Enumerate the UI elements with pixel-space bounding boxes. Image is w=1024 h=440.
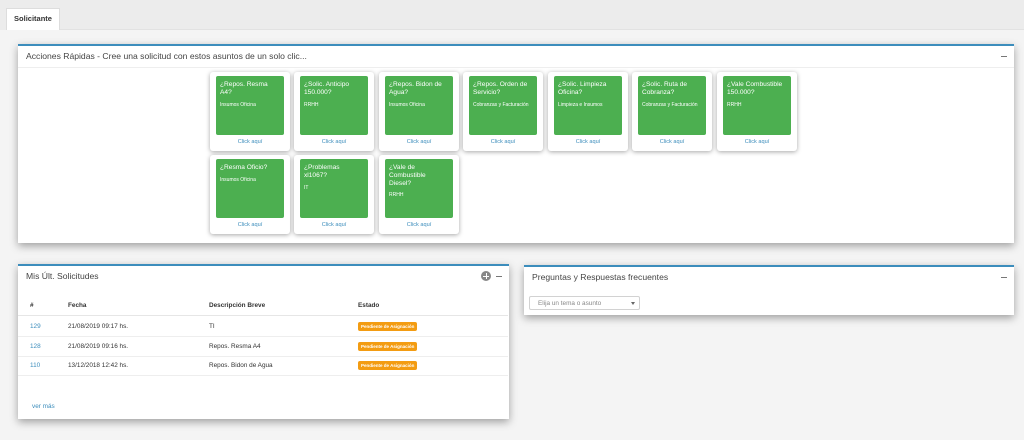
card-link[interactable]: Click aquí xyxy=(632,139,712,145)
caret-down-icon xyxy=(631,302,635,305)
collapse-icon[interactable] xyxy=(999,51,1009,61)
requests-panel: Mis Últ. Solicitudes # Fecha Descripción… xyxy=(18,264,509,419)
card-category: Limpieza e Insumos xyxy=(558,101,603,108)
status-badge: Pendiente de Asignación xyxy=(358,361,418,370)
faq-topic-select[interactable]: Elija un tema o asunto xyxy=(529,296,640,310)
card-category: IT xyxy=(304,184,309,191)
tab-strip: Solicitante xyxy=(0,0,1024,30)
card-title: ¿Problemas xl1067? xyxy=(304,164,340,179)
tab-solicitante[interactable]: Solicitante xyxy=(6,8,60,30)
quick-action-card[interactable]: ¿Repos. Bidon de Agua? Insumos Oficina C… xyxy=(379,72,459,151)
col-status: Estado xyxy=(358,302,380,309)
quick-action-card[interactable]: ¿Solic. Ruta de Cobranza? Cobranzas y Fa… xyxy=(632,72,712,151)
col-id: # xyxy=(30,302,34,309)
card-title: ¿Resma Oficio? xyxy=(220,164,268,171)
request-date: 21/08/2019 09:16 hs. xyxy=(68,343,129,350)
card-link[interactable]: Click aquí xyxy=(379,222,459,228)
request-description: Repos. Bidon de Agua xyxy=(209,362,273,369)
card-body: ¿Repos. Resma A4? Insumos Oficina xyxy=(216,76,284,135)
card-body: ¿Repos. Bidon de Agua? Insumos Oficina xyxy=(385,76,453,135)
table-row[interactable]: 128 21/08/2019 09:16 hs. Repos. Resma A4… xyxy=(18,337,508,357)
request-id-link[interactable]: 128 xyxy=(30,343,41,350)
collapse-icon[interactable] xyxy=(494,271,504,281)
card-body: ¿Solic. Ruta de Cobranza? Cobranzas y Fa… xyxy=(638,76,706,135)
card-body: ¿Vale Combustible 150.000? RRHH xyxy=(723,76,791,135)
status-badge: Pendiente de Asignación xyxy=(358,322,418,331)
col-date: Fecha xyxy=(68,302,87,309)
request-description: Repos. Resma A4 xyxy=(209,343,261,350)
card-link[interactable]: Click aquí xyxy=(379,139,459,145)
add-icon[interactable] xyxy=(481,271,491,281)
card-category: Insumos Oficina xyxy=(220,176,256,183)
quick-actions-title: Acciones Rápidas - Cree una solicitud co… xyxy=(26,51,307,61)
card-link[interactable]: Click aquí xyxy=(717,139,797,145)
quick-action-card[interactable]: ¿Problemas xl1067? IT Click aquí xyxy=(294,155,374,234)
request-id-link[interactable]: 129 xyxy=(30,323,41,330)
card-category: Insumos Oficina xyxy=(220,101,256,108)
card-category: Cobranzas y Facturación xyxy=(642,101,698,108)
table-header: # Fecha Descripción Breve Estado xyxy=(18,296,508,316)
card-link[interactable]: Click aquí xyxy=(294,222,374,228)
quick-action-card[interactable]: ¿Solic. Limpieza Oficina? Limpieza e Ins… xyxy=(548,72,628,151)
see-more-link[interactable]: ver más xyxy=(32,403,55,410)
request-id-link[interactable]: 110 xyxy=(30,362,40,369)
card-category: RRHH xyxy=(304,101,319,108)
table-row[interactable]: 110 13/12/2018 12:42 hs. Repos. Bidon de… xyxy=(18,356,508,376)
card-title: ¿Repos. Orden de Servicio? xyxy=(473,81,528,96)
card-body: ¿Problemas xl1067? IT xyxy=(300,159,368,218)
quick-action-card[interactable]: ¿Repos. Orden de Servicio? Cobranzas y F… xyxy=(463,72,543,151)
card-title: ¿Solic. Anticipo 150.000? xyxy=(304,81,350,96)
card-category: Cobranzas y Facturación xyxy=(473,101,529,108)
request-description: TI xyxy=(209,323,215,330)
faq-select-placeholder: Elija un tema o asunto xyxy=(538,300,602,307)
quick-action-card[interactable]: ¿Vale de Combustible Diesel? RRHH Click … xyxy=(379,155,459,234)
requests-header: Mis Últ. Solicitudes xyxy=(18,266,509,288)
request-date: 21/08/2019 09:17 hs. xyxy=(68,323,129,330)
card-category: RRHH xyxy=(727,101,742,108)
card-body: ¿Repos. Orden de Servicio? Cobranzas y F… xyxy=(469,76,537,135)
faq-header: Preguntas y Respuestas frecuentes xyxy=(524,267,1014,289)
col-description: Descripción Breve xyxy=(209,302,266,309)
card-title: ¿Solic. Ruta de Cobranza? xyxy=(642,81,688,96)
collapse-icon[interactable] xyxy=(999,272,1009,282)
request-date: 13/12/2018 12:42 hs. xyxy=(68,362,129,369)
quick-action-card[interactable]: ¿Solic. Anticipo 150.000? RRHH Click aqu… xyxy=(294,72,374,151)
card-body: ¿Solic. Limpieza Oficina? Limpieza e Ins… xyxy=(554,76,622,135)
quick-action-card[interactable]: ¿Resma Oficio? Insumos Oficina Click aqu… xyxy=(210,155,290,234)
quick-actions-panel: Acciones Rápidas - Cree una solicitud co… xyxy=(18,44,1014,243)
faq-panel: Preguntas y Respuestas frecuentes Elija … xyxy=(524,265,1014,315)
card-category: RRHH xyxy=(389,192,404,199)
card-body: ¿Solic. Anticipo 150.000? RRHH xyxy=(300,76,368,135)
card-title: ¿Repos. Bidon de Agua? xyxy=(389,81,442,96)
card-link[interactable]: Click aquí xyxy=(210,222,290,228)
card-link[interactable]: Click aquí xyxy=(210,139,290,145)
card-body: ¿Vale de Combustible Diesel? RRHH xyxy=(385,159,453,218)
card-title: ¿Solic. Limpieza Oficina? xyxy=(558,81,607,96)
card-link[interactable]: Click aquí xyxy=(294,139,374,145)
card-link[interactable]: Click aquí xyxy=(548,139,628,145)
table-row[interactable]: 129 21/08/2019 09:17 hs. TI Pendiente de… xyxy=(18,317,508,337)
card-title: ¿Vale de Combustible Diesel? xyxy=(389,164,426,187)
status-badge: Pendiente de Asignación xyxy=(358,342,418,351)
faq-title: Preguntas y Respuestas frecuentes xyxy=(532,272,669,282)
requests-title: Mis Últ. Solicitudes xyxy=(26,271,99,281)
card-body: ¿Resma Oficio? Insumos Oficina xyxy=(216,159,284,218)
quick-actions-header: Acciones Rápidas - Cree una solicitud co… xyxy=(18,46,1014,68)
quick-action-card[interactable]: ¿Vale Combustible 150.000? RRHH Click aq… xyxy=(717,72,797,151)
card-category: Insumos Oficina xyxy=(389,101,425,108)
card-title: ¿Vale Combustible 150.000? xyxy=(727,81,783,96)
card-title: ¿Repos. Resma A4? xyxy=(220,81,268,96)
quick-action-card[interactable]: ¿Repos. Resma A4? Insumos Oficina Click … xyxy=(210,72,290,151)
card-link[interactable]: Click aquí xyxy=(463,139,543,145)
